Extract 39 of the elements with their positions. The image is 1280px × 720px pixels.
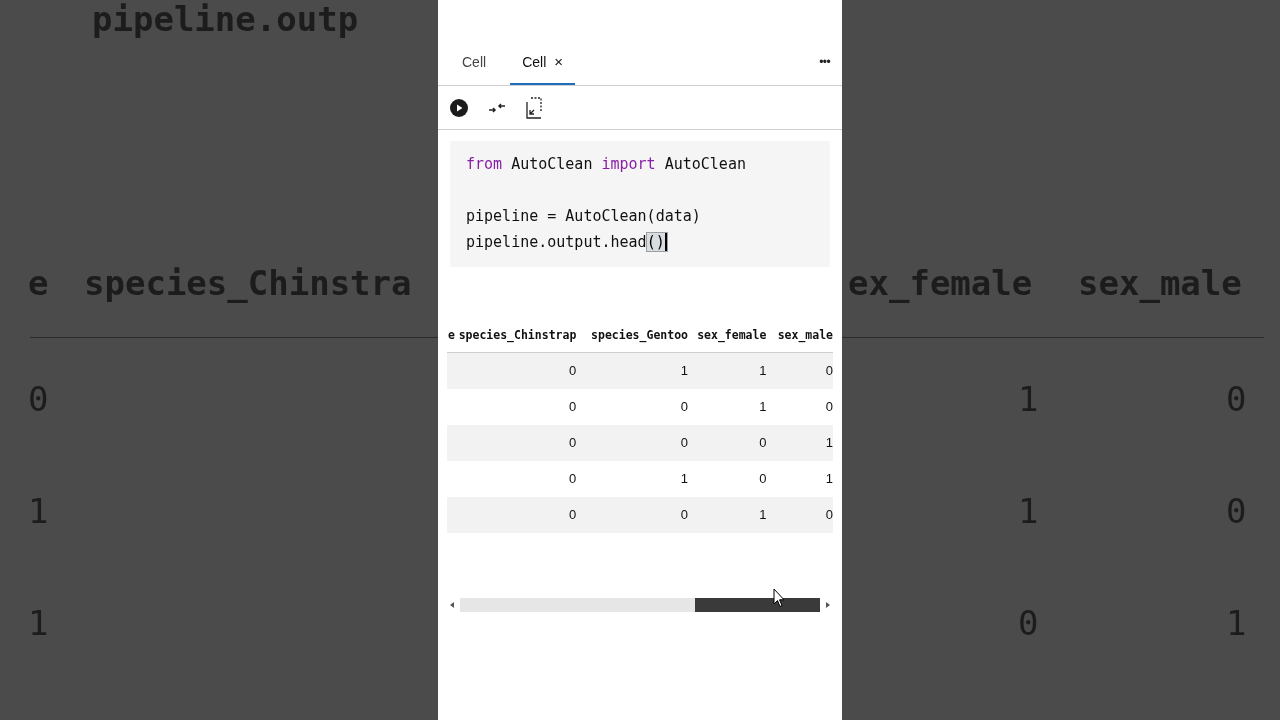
table-cell-text: 0 — [824, 398, 833, 417]
table-cell-text: 0 — [679, 398, 688, 417]
code-line: pipeline.output.head() — [466, 232, 668, 253]
table-cell-text: 0 — [568, 506, 577, 525]
code-line: from AutoClean import AutoClean — [466, 154, 747, 175]
code-line: pipeline = AutoClean(data) — [466, 206, 702, 227]
mouse-pointer-icon — [773, 588, 785, 608]
table-cell-text: 1 — [758, 506, 767, 525]
table-cell-text: 1 — [824, 470, 833, 489]
column-header: sex_female — [696, 326, 767, 345]
column-header: species_Gentoo — [590, 326, 688, 345]
close-icon[interactable]: × — [554, 50, 563, 74]
table-cell-text: 1 — [679, 470, 688, 489]
table-cell-text: 1 — [679, 362, 688, 381]
tab[interactable]: Cell — [450, 41, 499, 85]
scroll-left-icon[interactable] — [448, 600, 456, 610]
table-cell-text: 0 — [568, 434, 577, 453]
table-cell-text: 0 — [758, 434, 767, 453]
table-cell-text: 0 — [568, 362, 577, 381]
table-cell-text: 1 — [758, 362, 767, 381]
table-cell-text: 0 — [568, 470, 577, 489]
column-header: e — [447, 326, 455, 344]
table-cell-text: 0 — [568, 398, 577, 417]
table-cell-text: 1 — [824, 434, 833, 453]
scroll-right-icon[interactable] — [824, 600, 832, 610]
tab[interactable]: Cell × — [510, 41, 575, 85]
clear-output-icon[interactable] — [526, 96, 542, 119]
code-cell[interactable]: from AutoClean import AutoClean pipeline = AutoClean(data) pipeline.output.head() — [450, 141, 830, 267]
column-header: species_Chinstrap — [457, 326, 577, 345]
table-cell-text: 0 — [824, 362, 833, 381]
collapse-icon[interactable] — [488, 100, 506, 115]
table-cell-text: 0 — [679, 506, 688, 525]
more-button[interactable]: ••• — [819, 53, 830, 71]
table-cell-text: 0 — [824, 506, 833, 525]
table-cell-text: 1 — [758, 398, 767, 417]
column-header: sex_male — [776, 326, 833, 345]
run-icon[interactable] — [450, 98, 468, 117]
table-cell-text: 0 — [679, 434, 688, 453]
table-cell-text: 0 — [758, 470, 767, 489]
